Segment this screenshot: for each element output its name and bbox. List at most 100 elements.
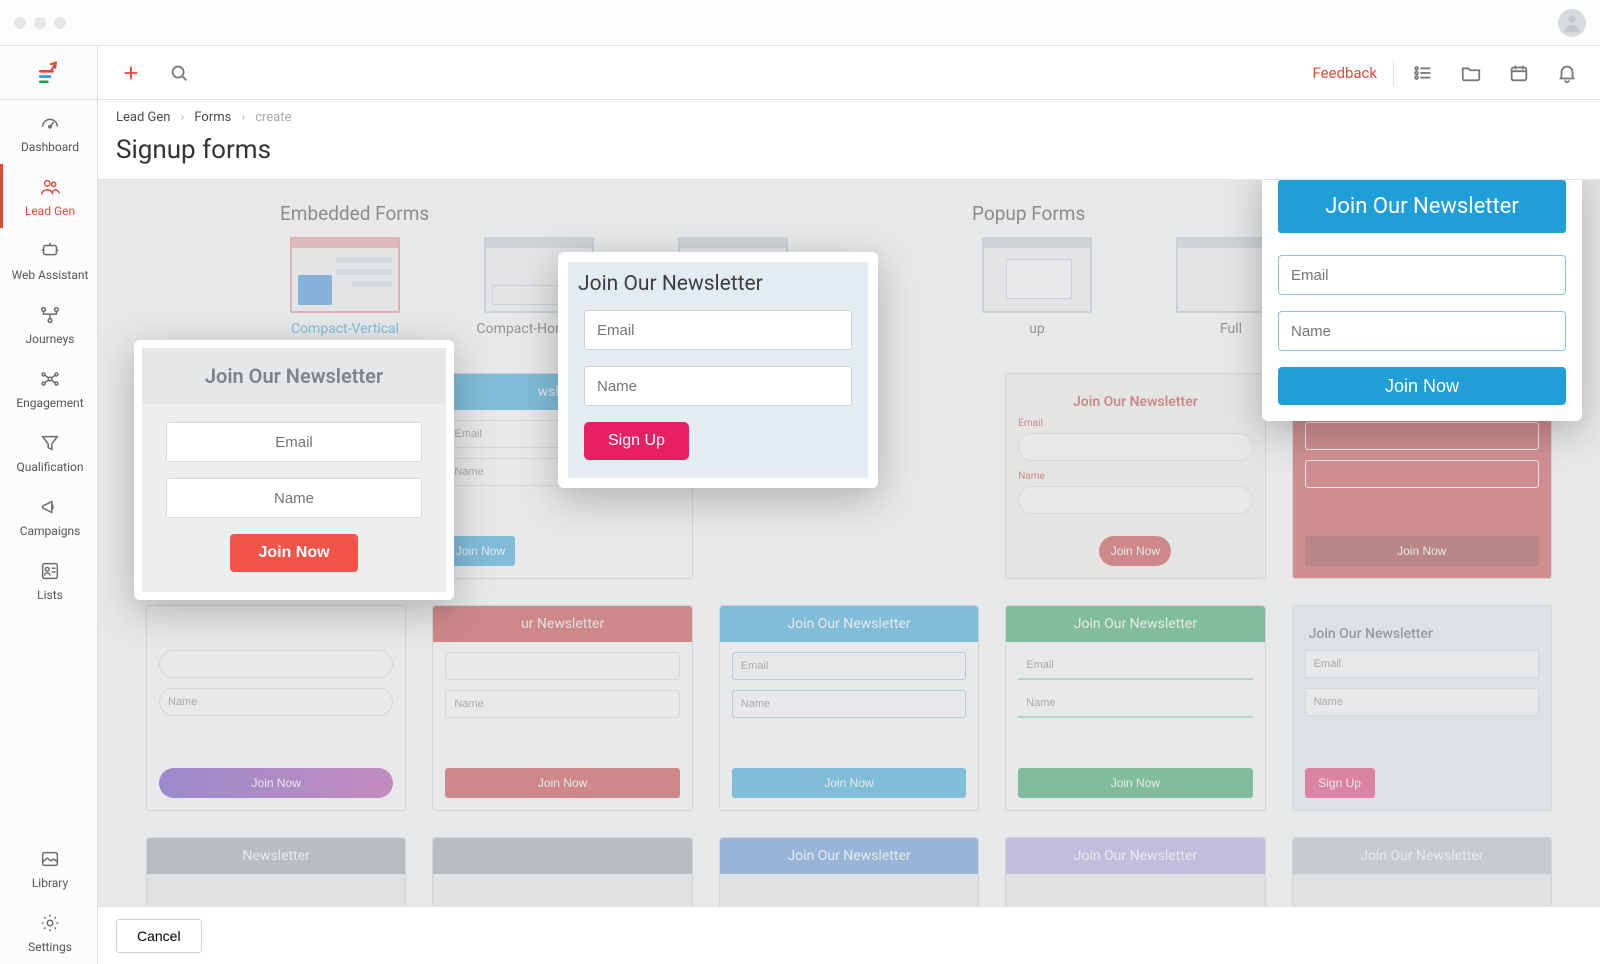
email-field[interactable]	[1018, 652, 1252, 680]
email-field[interactable]	[584, 310, 852, 350]
email-field[interactable]	[445, 652, 679, 680]
traffic-dot	[54, 17, 66, 29]
name-field[interactable]	[584, 366, 852, 406]
sidebar-item-label: Campaigns	[20, 524, 81, 538]
avatar[interactable]	[1558, 9, 1586, 37]
calendar-icon[interactable]	[1500, 54, 1538, 92]
sidebar: Dashboard Lead Gen Web Assistant Journey…	[0, 46, 98, 964]
card-title: Join Our Newsletter	[1293, 838, 1551, 874]
sidebar-item-label: Library	[32, 876, 68, 890]
name-field[interactable]	[1305, 688, 1539, 716]
email-field[interactable]	[166, 422, 422, 462]
card-title: Join Our Newsletter	[720, 606, 978, 642]
traffic-dot	[14, 17, 26, 29]
add-button[interactable]	[112, 54, 150, 92]
preview-card-light: Join Our Newsletter Sign Up	[558, 252, 878, 488]
field-label: Name	[1018, 471, 1252, 482]
template-compact-vertical[interactable]: Compact-Vertical	[280, 237, 410, 345]
join-now-button[interactable]: Join Now	[445, 536, 515, 566]
email-field[interactable]	[1278, 255, 1566, 295]
name-field[interactable]	[732, 690, 966, 718]
sidebar-item-campaigns[interactable]: Campaigns	[0, 484, 97, 548]
name-field[interactable]	[445, 690, 679, 718]
sidebar-item-journeys[interactable]: Journeys	[0, 292, 97, 356]
app-logo[interactable]	[0, 46, 97, 100]
sidebar-item-label: Journeys	[26, 332, 75, 346]
tasks-icon[interactable]	[1404, 54, 1442, 92]
card-title: Join Our Newsletter	[142, 348, 446, 404]
form-card-cream[interactable]: Join Our Newsletter Email Name Join Now	[1005, 373, 1265, 579]
template-label: Full	[1220, 321, 1242, 337]
divider	[1393, 60, 1394, 86]
sidebar-item-label: Engagement	[16, 396, 83, 410]
feedback-link[interactable]: Feedback	[1312, 64, 1377, 82]
page-title: Signup forms	[116, 135, 1582, 165]
card-title: Join Our Newsletter	[568, 262, 868, 310]
sidebar-item-label: Lists	[37, 588, 63, 602]
email-field[interactable]	[1305, 650, 1539, 678]
card-title: Join Our Newsletter	[720, 838, 978, 874]
sidebar-item-dashboard[interactable]: Dashboard	[0, 100, 97, 164]
email-field[interactable]	[1018, 433, 1252, 461]
traffic-dot	[34, 17, 46, 29]
form-card-gray[interactable]: Join Our Newsletter Sign Up	[1292, 605, 1552, 811]
name-field[interactable]	[1278, 311, 1566, 351]
sidebar-item-qualification[interactable]: Qualification	[0, 420, 97, 484]
sidebar-item-library[interactable]: Library	[0, 836, 97, 900]
card-title: ur Newsletter	[433, 606, 691, 642]
form-card-blue2[interactable]: Join Our Newsletter Join Now	[719, 605, 979, 811]
sidebar-item-label: Dashboard	[21, 140, 79, 154]
chevron-right-icon: ›	[180, 110, 184, 125]
bell-icon[interactable]	[1548, 54, 1586, 92]
email-field[interactable]	[159, 650, 393, 678]
template-popup[interactable]: up	[972, 237, 1102, 337]
footer-bar: Cancel	[98, 906, 1600, 964]
section-title-embedded: Embedded Forms	[280, 202, 798, 225]
sidebar-item-engagement[interactable]: Engagement	[0, 356, 97, 420]
sign-up-button[interactable]: Sign Up	[584, 422, 689, 460]
email-field[interactable]	[732, 652, 966, 680]
name-field[interactable]	[1018, 486, 1252, 514]
form-card-crimson[interactable]: ur Newsletter Join Now	[432, 605, 692, 811]
join-now-button[interactable]: Join Now	[1018, 768, 1252, 798]
join-now-button[interactable]: Join Now	[1099, 536, 1171, 566]
breadcrumb: Lead Gen › Forms › create	[116, 110, 1582, 125]
search-button[interactable]	[160, 54, 198, 92]
sidebar-item-label: Settings	[28, 940, 72, 954]
join-now-button[interactable]: Join Now	[159, 768, 393, 798]
sidebar-item-label: Lead Gen	[25, 204, 75, 218]
join-now-button[interactable]: Join Now	[1278, 367, 1566, 405]
email-field[interactable]	[1305, 422, 1539, 450]
join-now-button[interactable]: Join Now	[732, 768, 966, 798]
join-now-button[interactable]: Join Now	[230, 534, 357, 572]
card-title	[433, 838, 691, 874]
folder-icon[interactable]	[1452, 54, 1490, 92]
join-now-button[interactable]: Join Now	[1305, 536, 1539, 566]
name-field[interactable]	[1305, 460, 1539, 488]
card-title: Join Our Newsletter	[1006, 838, 1264, 874]
name-field[interactable]	[159, 688, 393, 716]
topbar: Feedback	[98, 46, 1600, 100]
main: Feedback Lead Gen › Forms › create	[98, 46, 1600, 964]
browser-chrome	[0, 0, 1600, 46]
preview-card-blue: Join Our Newsletter Join Now	[1262, 180, 1582, 421]
crumb-forms[interactable]: Forms	[194, 110, 231, 125]
sidebar-nav: Dashboard Lead Gen Web Assistant Journey…	[0, 100, 97, 612]
crumb-leadgen[interactable]: Lead Gen	[116, 110, 170, 125]
template-grid: Join Now ur Newsletter Join Now Join Our…	[146, 605, 1552, 811]
sidebar-item-web-assistant[interactable]: Web Assistant	[0, 228, 97, 292]
form-card-green[interactable]: Join Our Newsletter Join Now	[1005, 605, 1265, 811]
form-card-purple[interactable]: Join Now	[146, 605, 406, 811]
cancel-button[interactable]: Cancel	[116, 919, 202, 953]
sign-up-button[interactable]: Sign Up	[1305, 768, 1375, 798]
sidebar-item-lists[interactable]: Lists	[0, 548, 97, 612]
name-field[interactable]	[166, 478, 422, 518]
sidebar-item-lead-gen[interactable]: Lead Gen	[0, 164, 97, 228]
crumb-current: create	[255, 110, 291, 125]
card-title: Newsletter	[147, 838, 405, 874]
sidebar-item-settings[interactable]: Settings	[0, 900, 97, 964]
join-now-button[interactable]: Join Now	[445, 768, 679, 798]
name-field[interactable]	[1018, 690, 1252, 718]
card-title	[159, 618, 393, 650]
page-header: Lead Gen › Forms › create Signup forms	[98, 100, 1600, 180]
